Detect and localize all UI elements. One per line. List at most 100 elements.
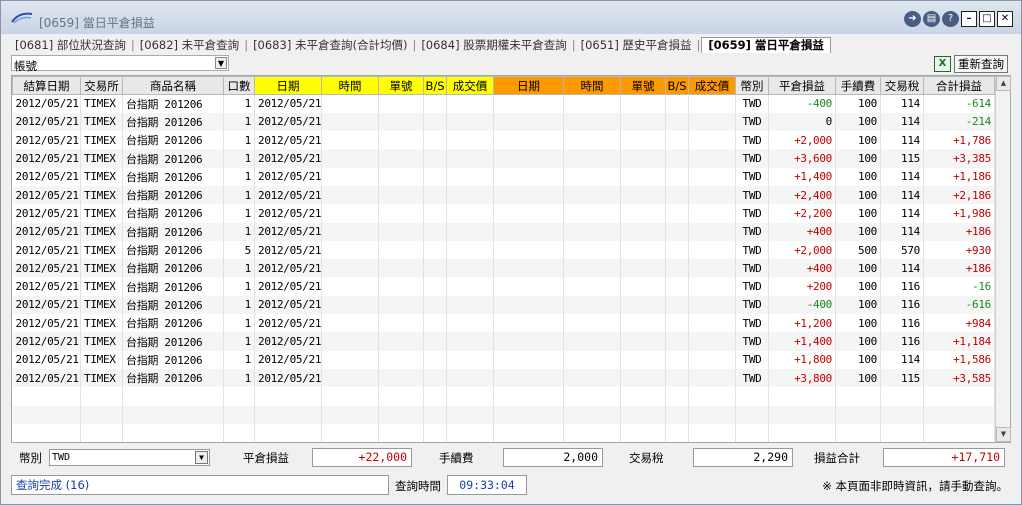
close-button[interactable]: ✕ [997, 11, 1013, 27]
col-header-sell[interactable]: 時間 [563, 76, 621, 95]
col-header-sell[interactable]: 成交價 [688, 76, 736, 95]
table-row[interactable]: 2012/05/21 TIMEX 台指期 201206 1 2012/05/21 TWD -… [12, 295, 995, 315]
col-header[interactable]: 平倉損益 [768, 76, 836, 95]
chevron-down-icon[interactable]: ▼ [215, 57, 227, 69]
col-header[interactable]: 商品名稱 [122, 76, 224, 95]
table-row[interactable]: 2012/05/21 TIMEX 台指期 201206 1 2012/05/21 TWD +… [12, 259, 995, 278]
table-cell: 1 [223, 350, 255, 369]
table-cell: +400 [768, 259, 836, 278]
col-header-buy[interactable]: 日期 [254, 76, 322, 95]
col-header-sell[interactable]: B/S [665, 76, 689, 95]
minimize-button[interactable]: – [961, 11, 977, 27]
table-row[interactable] [12, 405, 995, 424]
table-cell [835, 423, 881, 443]
table-row[interactable]: 2012/05/21 TIMEX 台指期 201206 1 2012/05/21 TWD +… [12, 131, 995, 150]
tab-0651[interactable]: [0651] 歷史平倉損益 [577, 37, 696, 53]
table-cell: 114 [880, 167, 924, 186]
col-header[interactable]: 合計損益 [923, 76, 995, 95]
table-row[interactable] [12, 423, 995, 443]
table-row[interactable]: 2012/05/21 TIMEX 台指期 201206 1 2012/05/21 TWD +… [12, 222, 995, 241]
table-cell [563, 423, 621, 443]
account-select[interactable]: 帳號 ▼ [11, 55, 229, 73]
table-row[interactable]: 2012/05/21 TIMEX 台指期 201206 1 2012/05/21 TWD -… [12, 94, 995, 113]
table-cell: 台指期 201206 [122, 368, 224, 388]
table-cell: 500 [835, 240, 881, 260]
table-cell: TWD [735, 259, 769, 278]
table-cell [665, 423, 689, 443]
table-cell [446, 167, 494, 186]
col-header[interactable]: 幣別 [735, 76, 769, 95]
table-row[interactable]: 2012/05/21 TIMEX 台指期 201206 1 2012/05/21 TWD +… [12, 368, 995, 388]
currency-select[interactable]: TWD ▼ [49, 449, 210, 466]
table-row[interactable]: 2012/05/21 TIMEX 台指期 201206 1 2012/05/21 TWD +… [12, 204, 995, 223]
print-icon[interactable]: ▤ [923, 11, 940, 27]
col-header-buy[interactable]: B/S [423, 76, 447, 95]
col-header-buy[interactable]: 成交價 [446, 76, 494, 95]
tab-0684[interactable]: [0684] 股票期權未平倉查詢 [417, 37, 570, 53]
col-header[interactable]: 交易所 [80, 76, 123, 95]
col-header-sell[interactable]: 日期 [493, 76, 564, 95]
excel-icon[interactable]: X [934, 56, 951, 72]
chevron-down-icon[interactable]: ▼ [195, 451, 208, 464]
table-row[interactable]: 2012/05/21 TIMEX 台指期 201206 1 2012/05/21 TWD +… [12, 167, 995, 186]
table-cell [688, 350, 736, 369]
table-cell: 2012/05/21 [254, 112, 322, 132]
table-cell [563, 149, 621, 168]
table-cell [563, 240, 621, 260]
tab-0659[interactable]: [0659] 當日平倉損益 [701, 37, 831, 53]
table-cell: 2012/05/21 [12, 277, 81, 296]
table-row[interactable]: 2012/05/21 TIMEX 台指期 201206 1 2012/05/21 TWD +… [12, 332, 995, 351]
col-header-sell[interactable]: 單號 [620, 76, 666, 95]
table-row[interactable]: 2012/05/21 TIMEX 台指期 201206 1 2012/05/21 TWD +… [12, 185, 995, 205]
col-header[interactable]: 手續費 [835, 76, 881, 95]
table-cell: +1,200 [768, 314, 836, 333]
scroll-up-icon[interactable]: ▲ [996, 76, 1011, 91]
vertical-scrollbar[interactable]: ▲ ▼ [995, 76, 1011, 442]
table-cell: 1 [223, 295, 255, 315]
trade-grid: 結算日期 交易所 商品名稱 口數 日期 時間 單號 B/S 成交價 日期 時間 … [11, 75, 1011, 443]
help-icon[interactable]: ? [942, 11, 959, 27]
col-header[interactable]: 結算日期 [12, 76, 81, 95]
table-cell [563, 295, 621, 315]
export-arrow-icon[interactable]: ➜ [904, 11, 921, 27]
table-cell [688, 368, 736, 388]
col-header-buy[interactable]: 時間 [321, 76, 379, 95]
requery-button[interactable]: 重新查詢 [954, 55, 1008, 73]
table-row[interactable]: 2012/05/21 TIMEX 台指期 201206 1 2012/05/21 TWD 0… [12, 112, 995, 132]
table-cell: 116 [880, 295, 924, 315]
tab-0681[interactable]: [0681] 部位狀況查詢 [11, 37, 130, 53]
window-title: [0659] 當日平倉損益 [39, 16, 155, 30]
table-cell: 2012/05/21 [12, 167, 81, 186]
col-header[interactable]: 口數 [223, 76, 255, 95]
table-row[interactable]: 2012/05/21 TIMEX 台指期 201206 1 2012/05/21 TWD +… [12, 314, 995, 333]
main-window: [0659] 當日平倉損益 ➜ ▤ ? – □ ✕ [0681] 部位狀況查詢 … [0, 0, 1022, 505]
table-cell [768, 387, 836, 406]
status-message: 查詢完成 (16) [11, 475, 389, 495]
table-row[interactable]: 2012/05/21 TIMEX 台指期 201206 1 2012/05/21 TWD +… [12, 277, 995, 296]
table-cell [493, 204, 564, 223]
total-value: +17,710 [883, 448, 1005, 467]
table-row[interactable] [12, 387, 995, 406]
table-cell: 100 [835, 259, 881, 278]
table-row[interactable]: 2012/05/21 TIMEX 台指期 201206 1 2012/05/21 TWD +… [12, 350, 995, 369]
table-cell: 台指期 201206 [122, 350, 224, 369]
table-cell: 台指期 201206 [122, 185, 224, 205]
table-cell: 台指期 201206 [122, 149, 224, 168]
table-cell [665, 204, 689, 223]
table-cell: +2,200 [768, 204, 836, 223]
app-logo-icon [11, 12, 33, 24]
tab-0682[interactable]: [0682] 未平倉查詢 [136, 37, 243, 53]
tab-0683[interactable]: [0683] 未平倉查詢(合計均價) [249, 37, 411, 53]
table-cell: 1 [223, 204, 255, 223]
table-cell: TWD [735, 167, 769, 186]
col-header-buy[interactable]: 單號 [378, 76, 424, 95]
table-cell: 115 [880, 149, 924, 168]
table-row[interactable]: 2012/05/21 TIMEX 台指期 201206 5 2012/05/21 TWD +… [12, 240, 995, 260]
col-header[interactable]: 交易稅 [880, 76, 924, 95]
maximize-button[interactable]: □ [979, 11, 995, 27]
table-cell [620, 295, 666, 315]
table-cell: TIMEX [80, 295, 123, 315]
table-row[interactable]: 2012/05/21 TIMEX 台指期 201206 1 2012/05/21 TWD +… [12, 149, 995, 168]
table-cell: 100 [835, 185, 881, 205]
scroll-down-icon[interactable]: ▼ [996, 427, 1011, 442]
